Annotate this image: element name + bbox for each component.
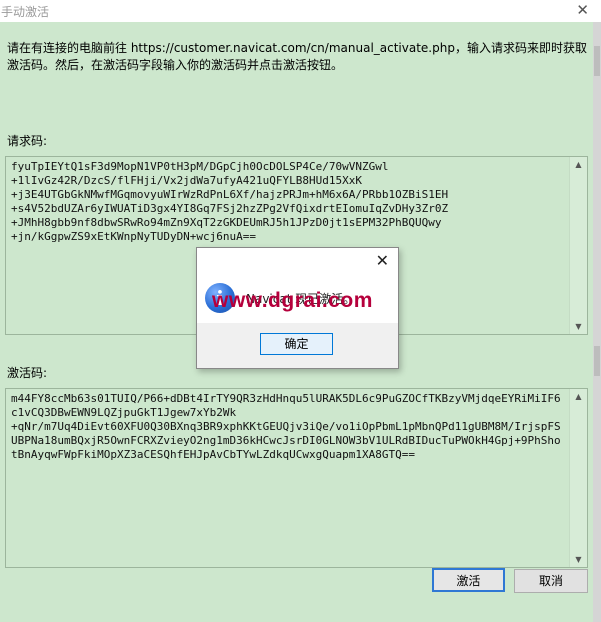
scroll-up-icon[interactable]: ▲: [570, 392, 587, 401]
window-title: 手动激活: [1, 5, 50, 19]
request-code-label: 请求码:: [7, 134, 48, 148]
scroll-down-icon[interactable]: ▼: [570, 322, 587, 331]
activate-button[interactable]: 激活: [432, 568, 505, 592]
request-code-value[interactable]: fyuTpIEYtQ1sF3d9MopN1VP0tH3pM/DGpCjh0OcD…: [6, 157, 587, 247]
activation-code-value[interactable]: m44FY8ccMb63s01TUIQ/P66+dDBt4IrTY9QR3zHd…: [6, 389, 587, 465]
title-bar: 手动激活 ✕: [0, 0, 601, 22]
request-code-scrollbar[interactable]: ▲ ▼: [569, 157, 587, 334]
scroll-up-icon[interactable]: ▲: [570, 160, 587, 169]
message-footer: 确定: [197, 323, 398, 368]
activation-code-scrollbar[interactable]: ▲ ▼: [569, 389, 587, 567]
scroll-down-icon[interactable]: ▼: [570, 555, 587, 564]
ok-button[interactable]: 确定: [260, 333, 333, 355]
watermark-text: www.dgrai.com: [212, 289, 373, 312]
close-icon[interactable]: ✕: [576, 1, 589, 19]
instructions-text: 请在有连接的电脑前往 https://customer.navicat.com/…: [7, 41, 587, 72]
cancel-button[interactable]: 取消: [514, 569, 588, 593]
edge-mark: [594, 46, 600, 76]
edge-mark: [594, 346, 600, 376]
activation-code-field[interactable]: m44FY8ccMb63s01TUIQ/P66+dDBt4IrTY9QR3zHd…: [5, 388, 588, 568]
close-icon[interactable]: ✕: [376, 251, 389, 270]
activation-code-label: 激活码:: [7, 366, 48, 380]
background-window-edge: [593, 22, 601, 622]
